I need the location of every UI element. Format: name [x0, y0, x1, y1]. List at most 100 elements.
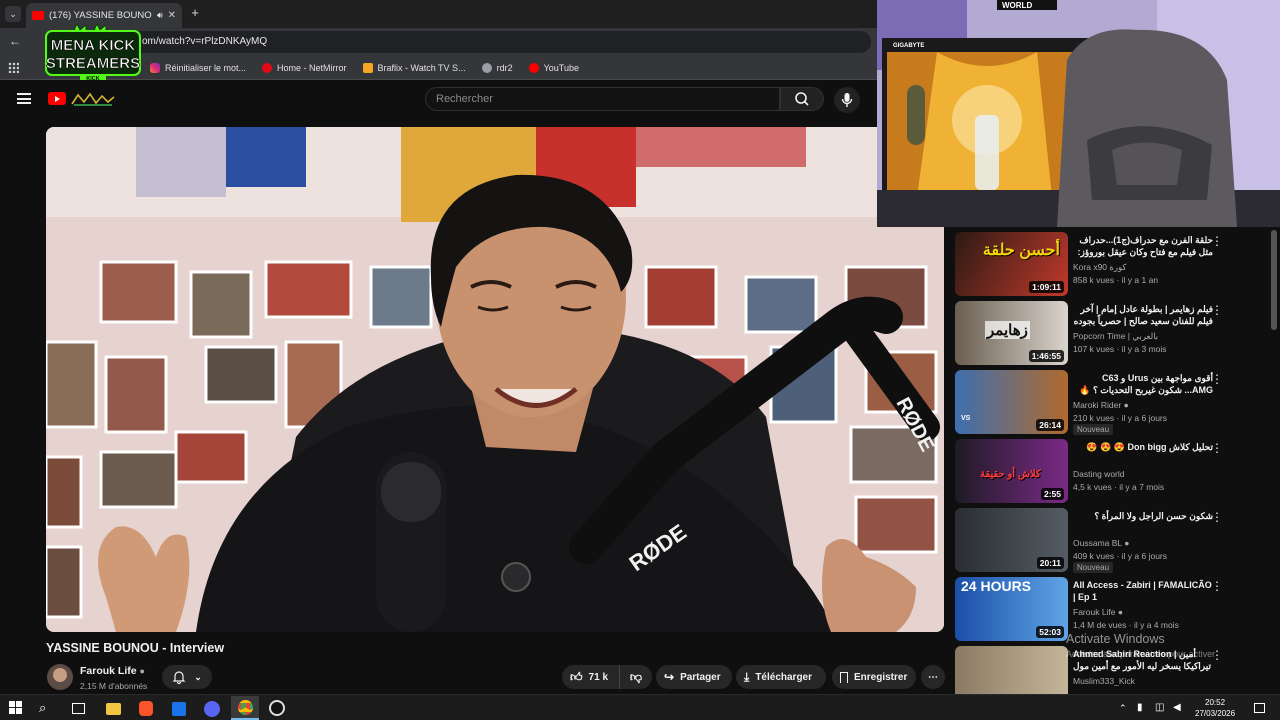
youtube-icon [528, 62, 539, 73]
system-clock[interactable]: 20:52 27/03/2026 [1195, 697, 1235, 719]
verified-check-icon: ● [1117, 607, 1124, 617]
video-title[interactable]: شكون حسن الراجل ولا المرأة ؟ [1073, 510, 1213, 534]
microphone-tray-icon[interactable]: ▮ [1137, 699, 1155, 717]
obs-icon[interactable] [269, 700, 285, 716]
video-frame: RØDE RØDE [46, 127, 944, 632]
svg-text:STREAMERS: STREAMERS [46, 55, 140, 72]
verified-check-icon: ● [139, 666, 145, 676]
video-thumbnail[interactable]: زهايمر 1:46:55 [955, 301, 1068, 365]
dislike-button[interactable]: 👎︎ [620, 670, 652, 685]
new-tab-button[interactable]: + [188, 5, 202, 21]
channel-avatar[interactable] [47, 664, 73, 690]
notification-bell-button[interactable]: ⌄ [162, 665, 212, 689]
bookmark-icon [840, 671, 848, 683]
bookmark-youtube[interactable]: YouTube [528, 62, 579, 73]
like-button[interactable]: 👍︎ 71 k [562, 665, 620, 689]
youtube-favicon-icon [32, 11, 44, 20]
video-thumbnail[interactable]: VS 26:14 [955, 370, 1068, 434]
back-button[interactable]: ← [7, 33, 23, 49]
video-title-main: YASSINE BOUNOU - Interview [46, 641, 225, 655]
search-icon[interactable]: ⌕ [39, 699, 57, 717]
youtube-doodle-logo-icon[interactable] [70, 91, 116, 107]
channel-name[interactable]: Oussama BL ● [1073, 538, 1129, 548]
brave-browser-icon[interactable] [139, 701, 153, 716]
windows-taskbar: ⌕ ⌃ ▮ ◫ ◀ 20:52 27/03/2026 [0, 694, 1280, 720]
channel-name[interactable]: Kora x90 كورة [1073, 262, 1126, 273]
more-options-icon[interactable]: ⋮ [1211, 510, 1223, 524]
tab-search-button[interactable]: ⌄ [5, 6, 21, 22]
share-arrow-icon: ↪ [664, 670, 675, 684]
tab-close-icon[interactable]: ✕ [168, 10, 176, 21]
svg-text:WORLD: WORLD [1002, 1, 1032, 10]
like-count: 71 k [588, 671, 609, 683]
download-button[interactable]: ⤓ Télécharger [736, 665, 826, 689]
ms-store-icon[interactable] [172, 702, 186, 716]
chrome-icon[interactable] [231, 696, 259, 720]
netmirror-icon [262, 62, 273, 73]
save-button[interactable]: Enregistrer [832, 665, 916, 689]
file-explorer-icon[interactable] [106, 703, 121, 715]
volume-icon[interactable]: ◀ [1173, 699, 1191, 717]
video-title[interactable]: أقوى مواجهة بين Urus و C63 AMG... شكون غ… [1073, 372, 1213, 396]
notifications-icon[interactable] [1254, 703, 1265, 713]
windows-start-icon[interactable] [9, 701, 22, 714]
channel-name[interactable]: Muslim333_Kick [1073, 676, 1135, 686]
video-meta: 107 k vues · il y a 3 mois [1073, 344, 1167, 354]
channel-name[interactable]: Dasting world [1073, 469, 1125, 479]
network-icon[interactable]: ◫ [1155, 699, 1173, 717]
video-duration: 26:14 [1036, 419, 1064, 431]
task-view-icon[interactable] [72, 703, 85, 714]
more-options-icon[interactable]: ⋮ [1211, 234, 1223, 248]
url-field[interactable]: om/watch?v=rPlzDNKAyMQ [66, 31, 871, 53]
download-icon: ⤓ [744, 669, 750, 684]
video-thumbnail[interactable]: كلاش أو حقيقة 2:55 [955, 439, 1068, 503]
thumbs-down-icon: 👎︎ [629, 669, 643, 684]
more-options-icon[interactable]: ⋮ [1211, 303, 1223, 317]
video-title[interactable]: تحليل كلاش Don bigg 😍 😍 😍 [1073, 441, 1213, 465]
recommendation-item[interactable]: 20:11 شكون حسن الراجل ولا المرأة ؟ Oussa… [955, 508, 1265, 573]
discord-icon[interactable] [204, 701, 220, 717]
more-actions-button[interactable]: ⋯ [921, 665, 945, 689]
video-player[interactable]: RØDE RØDE [46, 127, 944, 632]
bookmark-braflix[interactable]: Braflix - Watch TV S... [362, 62, 466, 73]
tray-chevron-icon[interactable]: ⌃ [1119, 699, 1137, 717]
sidebar-scrollbar[interactable] [1271, 230, 1277, 330]
video-title[interactable]: حلقة الفرن مع حدراف(ج1)...حدراف مثل فيلم… [1073, 234, 1214, 258]
video-thumbnail[interactable] [955, 646, 1068, 694]
video-thumbnail[interactable]: 20:11 [955, 508, 1068, 572]
channel-name[interactable]: Maroki Rider ● [1073, 400, 1129, 410]
more-options-icon[interactable]: ⋮ [1211, 579, 1223, 593]
left-hand [98, 526, 190, 632]
bell-icon [172, 671, 186, 684]
thumbnail-text: أحسن حلقة [982, 242, 1060, 259]
video-title[interactable]: All Access - Zabiri | FAMALICÃO | Ep 1 [1073, 579, 1213, 603]
more-options-icon[interactable]: ⋮ [1211, 372, 1223, 386]
search-button[interactable] [780, 87, 824, 111]
menu-hamburger-icon[interactable] [17, 93, 31, 104]
thumbnail-text: VS [961, 415, 971, 422]
video-thumbnail[interactable]: أحسن حلقة 1:09:11 [955, 232, 1068, 296]
channel-name[interactable]: Popcorn Time | بالعربي [1073, 331, 1158, 342]
bookmark-netmirror[interactable]: Home - NetMirror [262, 62, 347, 73]
video-meta: 858 k vues · il y a 1 an [1073, 275, 1159, 285]
youtube-logo-icon[interactable] [48, 92, 66, 105]
share-button[interactable]: ↪ Partager [656, 665, 732, 689]
instagram-icon [150, 62, 160, 73]
recommendation-item[interactable]: أحسن حلقة 1:09:11 حلقة الفرن مع حدراف(ج1… [955, 232, 1265, 296]
apps-grid-icon[interactable] [8, 62, 19, 73]
tab-audio-icon[interactable]: 🔊︎ [157, 10, 163, 21]
bookmark-instagram[interactable]: Réinitialiser le mot... [150, 62, 246, 73]
recommendation-item[interactable]: VS 26:14 أقوى مواجهة بين Urus و C63 AMG.… [955, 370, 1265, 435]
video-title[interactable]: فيلم زهايمر | بطولة عادل إمام | آخر فيلم… [1073, 303, 1213, 327]
bookmark-rdr2[interactable]: rdr2 [481, 62, 513, 73]
verified-check-icon: ● [1123, 400, 1129, 410]
recommendation-item[interactable]: زهايمر 1:46:55 فيلم زهايمر | بطولة عادل … [955, 301, 1265, 365]
more-options-icon[interactable]: ⋮ [1211, 441, 1223, 455]
channel-name[interactable]: Farouk Life ● [1073, 607, 1123, 617]
voice-search-button[interactable] [834, 87, 860, 113]
svg-text:GIGABYTE: GIGABYTE [893, 43, 924, 49]
search-input[interactable]: Rechercher [425, 87, 780, 111]
recommendation-item[interactable]: كلاش أو حقيقة 2:55 تحليل كلاش Don bigg 😍… [955, 439, 1265, 503]
video-thumbnail[interactable]: 24 HOURS 52:03 [955, 577, 1068, 641]
channel-name-main[interactable]: Farouk Life ● [80, 665, 145, 677]
